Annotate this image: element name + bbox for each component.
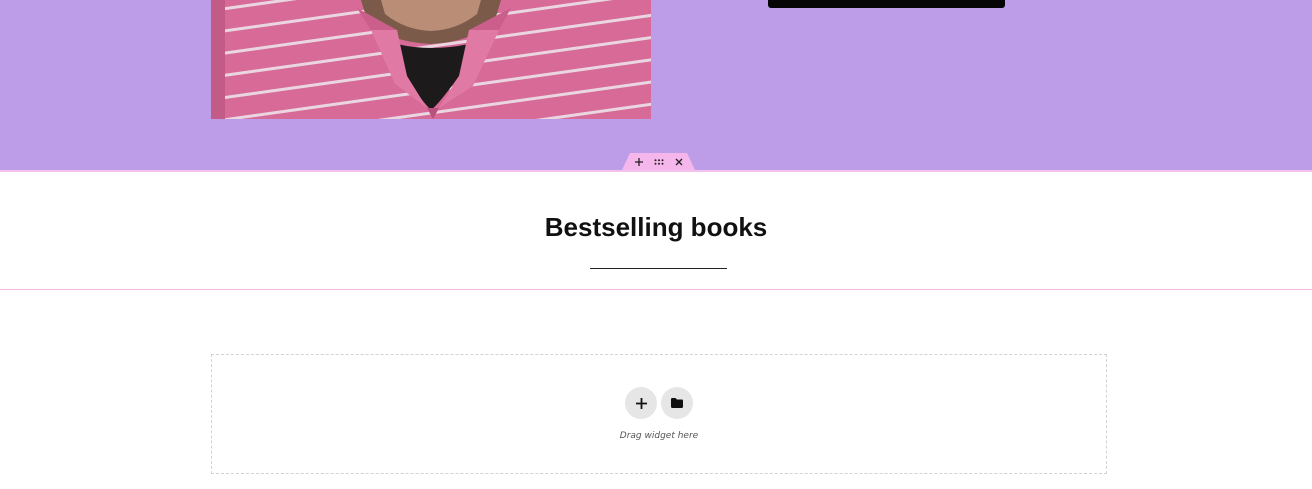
drag-handle-icon[interactable] bbox=[654, 156, 664, 168]
hero-cta-button[interactable] bbox=[768, 0, 1005, 8]
widget-drop-zone[interactable]: Drag widget here bbox=[211, 354, 1107, 474]
plus-icon[interactable] bbox=[634, 156, 644, 168]
section-title: Bestselling books bbox=[544, 212, 768, 242]
drop-zone-label: Drag widget here bbox=[619, 431, 699, 441]
hero-section bbox=[0, 0, 1312, 171]
section-handle-toolbar bbox=[622, 153, 695, 170]
add-template-button[interactable] bbox=[661, 387, 693, 419]
bestselling-section: Bestselling books bbox=[0, 172, 1312, 289]
hero-photo bbox=[211, 0, 651, 119]
plus-icon bbox=[635, 397, 647, 409]
folder-icon bbox=[671, 398, 683, 408]
section-divider-line bbox=[0, 289, 1312, 290]
add-widget-button[interactable] bbox=[625, 387, 657, 419]
drop-zone-buttons bbox=[212, 387, 1106, 419]
title-divider bbox=[590, 268, 727, 269]
close-icon[interactable] bbox=[674, 156, 684, 168]
